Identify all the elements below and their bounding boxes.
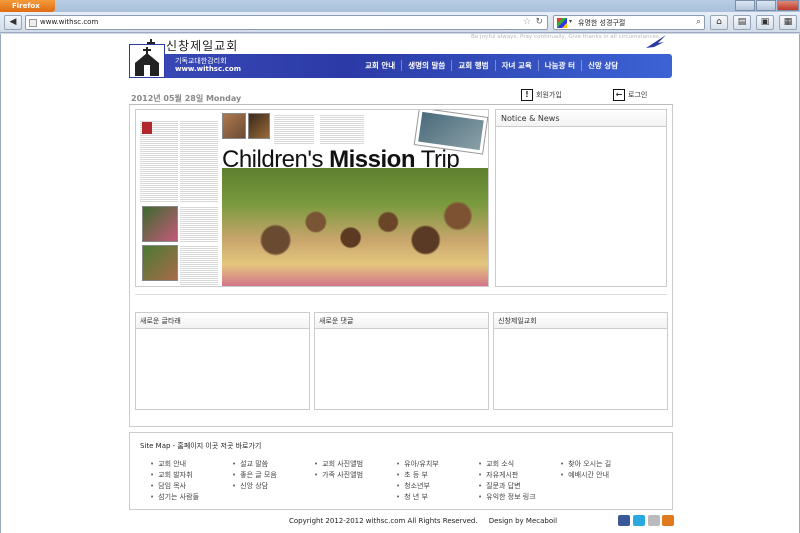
exclamation-icon: !: [521, 89, 533, 101]
home-button[interactable]: ⌂: [710, 15, 728, 30]
current-date: 2012년 05월 28일 Monday: [131, 94, 242, 103]
sitemap-link[interactable]: 담임 목사: [150, 481, 232, 492]
sitemap-link[interactable]: 유아/유치부: [396, 459, 478, 470]
divider: [135, 294, 667, 295]
sitemap-link[interactable]: 좋은 글 모음: [232, 470, 314, 481]
copyright-text: Copyright 2012-2012 withsc.com All Right…: [289, 517, 478, 525]
sitemap-column: 찾아 오시는 길 예배시간 안내: [560, 459, 642, 481]
search-text: 유명한 성경구절: [578, 19, 626, 27]
menu-item-church-info[interactable]: 교회 안내: [359, 60, 401, 71]
dove-icon: [646, 35, 666, 48]
notice-panel: Notice & News: [495, 109, 667, 287]
menu-item-sermons[interactable]: 생명의 말씀: [401, 60, 451, 71]
sitemap-link[interactable]: 교회 소식: [478, 459, 560, 470]
sitemap-link[interactable]: 초 등 부: [396, 470, 478, 481]
article-text-column: [274, 114, 314, 144]
article-text-column: [180, 245, 218, 285]
join-button[interactable]: ! 회원가입: [521, 89, 562, 101]
drop-cap: [142, 122, 152, 134]
search-engine-icon[interactable]: [557, 18, 567, 28]
browser-titlebar: Firefox: [0, 0, 800, 12]
sitemap-link[interactable]: 자유게시판: [478, 470, 560, 481]
design-credit[interactable]: Design by Mecaboil: [489, 517, 557, 525]
login-arrow-icon: ←: [613, 89, 625, 101]
sitemap-link[interactable]: 찾아 오시는 길: [560, 459, 642, 470]
church-panel: 신창제일교회: [493, 312, 668, 410]
menu-item-counsel[interactable]: 신앙 상담: [581, 60, 624, 71]
facebook-icon[interactable]: [618, 515, 630, 526]
church-panel-title[interactable]: 신창제일교회: [494, 313, 667, 329]
children-group-photo: [222, 168, 488, 286]
photo-thumbnail: [142, 206, 178, 242]
domain-text: www.withsc.com: [175, 65, 242, 73]
login-label: 로그인: [628, 91, 648, 99]
sitemap-column: 교회 사진앨범 가족 사진앨범: [314, 459, 396, 481]
sitemap-link[interactable]: 예배시간 안내: [560, 470, 642, 481]
notice-title[interactable]: Notice & News: [496, 110, 666, 127]
sitemap-link[interactable]: 설교 말씀: [232, 459, 314, 470]
url-bar[interactable]: www.withsc.com ☆ ↻: [25, 15, 548, 30]
photo-thumbnail: [222, 113, 246, 139]
sitemap-link[interactable]: 질문과 답변: [478, 481, 560, 492]
bookmark-star-icon[interactable]: ☆: [523, 17, 531, 27]
new-comments-title[interactable]: 새로운 댓글: [315, 313, 488, 329]
new-posts-title[interactable]: 새로운 글타래: [136, 313, 309, 329]
featured-magazine-image[interactable]: Children's Mission Trip: [135, 109, 489, 287]
reload-icon[interactable]: ↻: [535, 17, 543, 27]
sitemap-column: 설교 말씀 좋은 글 모음 신앙 상담: [232, 459, 314, 492]
menu-item-events[interactable]: 교회 행범: [451, 60, 494, 71]
search-bar[interactable]: ▾ 유명한 성경구절 ⌕: [553, 15, 705, 30]
rss-icon[interactable]: [662, 515, 674, 526]
web-page: 신창제일교회 Be joyful always, Pray continuall…: [0, 34, 800, 533]
article-text-column: [180, 206, 218, 242]
sitemap-link[interactable]: 청소년부: [396, 481, 478, 492]
url-text: www.withsc.com: [40, 18, 99, 26]
bookmarks-button[interactable]: ▤: [733, 15, 751, 30]
menu-item-education[interactable]: 자녀 교육: [494, 60, 538, 71]
close-window-button[interactable]: [777, 0, 799, 11]
site-map: Site Map - 홈페이지 이곳 저곳 바로가기 교회 안내 교회 발자취 …: [129, 432, 673, 510]
sitemap-link[interactable]: 가족 사진앨범: [314, 470, 396, 481]
site-icon: [29, 19, 37, 27]
browser-navbar: ◀ www.withsc.com ☆ ↻ ▾ 유명한 성경구절 ⌕ ⌂ ▤ ▣ …: [0, 12, 800, 33]
firefox-menu-button[interactable]: Firefox: [0, 0, 55, 12]
main-menu: 교회 안내 생명의 말씀 교회 행범 자녀 교육 나눔광 터 신앙 상담: [359, 60, 624, 71]
join-label: 회원가입: [536, 91, 562, 99]
footer-text: Copyright 2012-2012 withsc.com All Right…: [289, 517, 557, 525]
sitemap-column: 교회 안내 교회 발자취 담임 목사 섬기는 사람들: [150, 459, 232, 503]
photo-thumbnail: [142, 245, 178, 281]
church-icon[interactable]: [129, 44, 165, 78]
tab-list-button[interactable]: ▦: [779, 15, 797, 30]
sitemap-column: 교회 소식 자유게시판 질문과 답변 유익한 정보 링크: [478, 459, 560, 503]
new-posts-panel: 새로운 글타래: [135, 312, 310, 410]
menu-item-sharing[interactable]: 나눔광 터: [537, 60, 581, 71]
sitemap-link[interactable]: 교회 안내: [150, 459, 232, 470]
sitemap-link[interactable]: 섬기는 사람들: [150, 492, 232, 503]
sitemap-link[interactable]: 교회 발자취: [150, 470, 232, 481]
search-icon[interactable]: ⌕: [696, 17, 701, 27]
sitemap-link[interactable]: 청 년 부: [396, 492, 478, 503]
maximize-button[interactable]: [756, 0, 776, 11]
sitemap-column: 유아/유치부 초 등 부 청소년부 청 년 부: [396, 459, 478, 503]
new-comments-panel: 새로운 댓글: [314, 312, 489, 410]
login-button[interactable]: ← 로그인: [613, 89, 647, 101]
photo-thumbnail: [248, 113, 270, 139]
sitemap-link[interactable]: 교회 사진앨범: [314, 459, 396, 470]
article-text-column: [320, 114, 364, 144]
sitemap-link[interactable]: 유익한 정보 링크: [478, 492, 560, 503]
toolbar-extra-button[interactable]: ▣: [756, 15, 774, 30]
email-icon[interactable]: [648, 515, 660, 526]
slogan-text: Be joyful always, Pray continually, Give…: [471, 34, 661, 40]
article-text-column: [180, 120, 218, 202]
header-banner: 기독교대한감리회 www.withsc.com 교회 안내 생명의 말씀 교회 …: [129, 54, 672, 78]
back-button[interactable]: ◀: [4, 15, 22, 30]
site-title[interactable]: 신창제일교회: [166, 37, 238, 54]
minimize-button[interactable]: [735, 0, 755, 11]
twitter-icon[interactable]: [633, 515, 645, 526]
sitemap-link[interactable]: 신앙 상담: [232, 481, 314, 492]
sitemap-title: Site Map - 홈페이지 이곳 저곳 바로가기: [140, 442, 262, 450]
chevron-down-icon[interactable]: ▾: [569, 18, 572, 25]
